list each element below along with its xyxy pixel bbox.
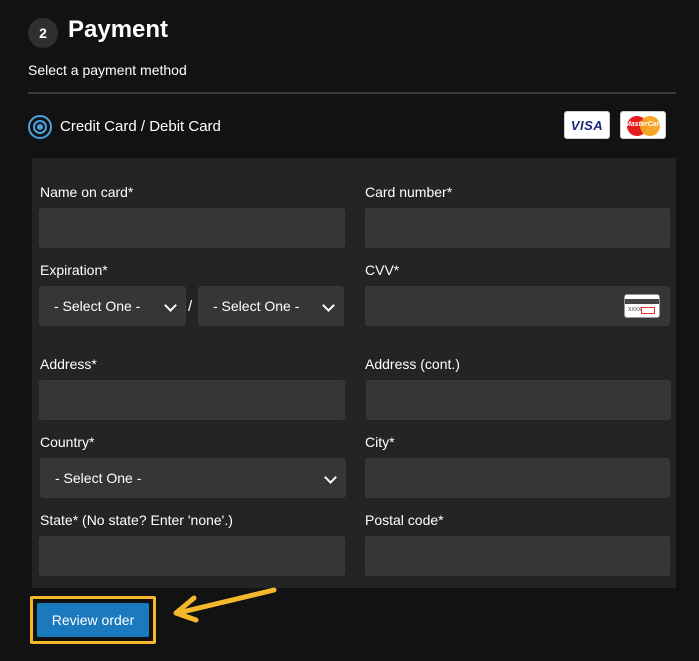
exp-month-value: - Select One - xyxy=(54,298,141,314)
radio-ring xyxy=(33,120,47,134)
cvv-card-stripe xyxy=(625,299,659,304)
chevron-down-icon xyxy=(322,299,335,312)
country-select[interactable]: - Select One - xyxy=(40,458,346,498)
country-label: Country* xyxy=(40,434,95,450)
step-number-badge: 2 xyxy=(28,18,58,48)
cvv-card-icon: XXXX xyxy=(624,294,660,318)
address-label: Address* xyxy=(40,356,97,372)
payment-method-label[interactable]: Credit Card / Debit Card xyxy=(60,118,221,135)
section-title: Payment xyxy=(68,16,169,43)
cvv-highlight-box xyxy=(641,307,655,314)
postal-code-input[interactable] xyxy=(365,536,670,576)
address2-label: Address (cont.) xyxy=(365,356,460,372)
cvv-label: CVV* xyxy=(365,262,400,278)
state-label: State* (No state? Enter 'none'.) xyxy=(40,512,233,528)
step-number: 2 xyxy=(39,25,47,41)
address2-input[interactable] xyxy=(366,380,671,420)
radio-dot xyxy=(37,124,43,130)
exp-year-select[interactable]: - Select One - xyxy=(198,286,344,326)
mastercard-logo: MasterCard xyxy=(620,111,666,139)
chevron-down-icon xyxy=(164,299,177,312)
expiration-separator: / xyxy=(188,298,193,315)
address-input[interactable] xyxy=(39,380,345,420)
country-value: - Select One - xyxy=(55,470,142,486)
visa-logo: VISA xyxy=(564,111,610,139)
expiration-label: Expiration* xyxy=(40,262,108,278)
name-on-card-label: Name on card* xyxy=(40,184,134,200)
review-order-button[interactable]: Review order xyxy=(37,603,149,637)
card-number-label: Card number* xyxy=(365,184,453,200)
chevron-down-icon xyxy=(324,471,337,484)
credit-card-radio[interactable] xyxy=(28,115,52,139)
pointer-arrow-icon xyxy=(173,587,277,623)
mastercard-text: MasterCard xyxy=(625,121,664,128)
state-input[interactable] xyxy=(39,536,345,576)
section-subtitle: Select a payment method xyxy=(28,62,187,78)
review-button-highlight: Review order xyxy=(30,596,156,644)
card-number-input[interactable] xyxy=(365,208,670,248)
city-input[interactable] xyxy=(365,458,670,498)
divider xyxy=(28,92,676,94)
visa-text: VISA xyxy=(570,117,604,133)
name-on-card-input[interactable] xyxy=(39,208,345,248)
postal-code-label: Postal code* xyxy=(365,512,444,528)
cvv-card-code: XXXX xyxy=(628,307,642,313)
exp-year-value: - Select One - xyxy=(213,298,300,314)
city-label: City* xyxy=(365,434,395,450)
exp-month-select[interactable]: - Select One - xyxy=(39,286,186,326)
